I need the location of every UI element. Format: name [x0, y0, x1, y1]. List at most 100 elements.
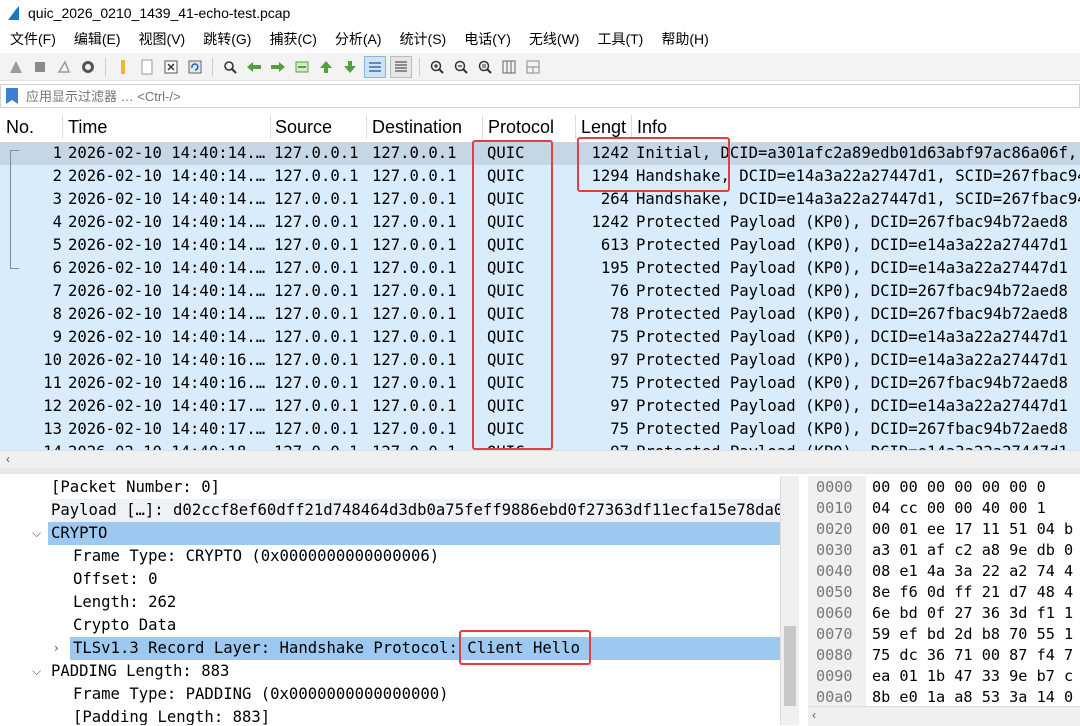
packet-row[interactable]: 3 2026-02-10 14:40:14.… 127.0.0.1 127.0.0.1…: [0, 188, 1080, 211]
column-divider[interactable]: [575, 115, 576, 139]
bookmark-icon[interactable]: [6, 88, 18, 104]
scroll-left-icon[interactable]: ‹: [6, 452, 10, 466]
column-header-no[interactable]: No.: [6, 116, 34, 138]
byte-hex[interactable]: 8e f6 0d ff 21 d7 48 4: [872, 581, 1073, 603]
zoom-in-icon[interactable]: [427, 57, 447, 77]
column-divider[interactable]: [270, 115, 271, 139]
packet-row[interactable]: 12 2026-02-10 14:40:17.… 127.0.0.1 127.0.0.…: [0, 395, 1080, 418]
expanded-arrow-icon[interactable]: ⌵: [32, 526, 41, 541]
packet-length: 97: [610, 397, 629, 415]
detail-padding-frame[interactable]: PADDING Length: 883: [51, 660, 229, 683]
detail-crypto-frame[interactable]: CRYPTO: [48, 522, 780, 545]
colorize-icon[interactable]: [390, 55, 412, 78]
collapsed-arrow-icon[interactable]: ›: [54, 641, 59, 655]
byte-hex[interactable]: 00 00 00 00 00 00 0: [872, 476, 1046, 498]
scrollbar-thumb[interactable]: [784, 626, 796, 706]
resize-columns-icon[interactable]: [499, 57, 519, 77]
detail-line[interactable]: Length: 262: [73, 591, 176, 614]
zoom-reset-icon[interactable]: [475, 57, 495, 77]
details-vertical-scrollbar[interactable]: [780, 476, 799, 725]
column-header-protocol[interactable]: Protocol: [488, 116, 554, 138]
display-filter-input[interactable]: [24, 87, 1028, 105]
detail-line[interactable]: [Packet Number: 0]: [51, 476, 220, 499]
packet-row[interactable]: 1 2026-02-10 14:40:14.… 127.0.0.1 127.0.0.1…: [0, 142, 1080, 165]
detail-tls-record-layer[interactable]: TLSv1.3 Record Layer: Handshake Protocol…: [70, 637, 780, 660]
restart-capture-icon[interactable]: [54, 57, 74, 77]
save-file-icon[interactable]: [137, 57, 157, 77]
layout-icon[interactable]: [523, 57, 543, 77]
packet-row[interactable]: 9 2026-02-10 14:40:14.… 127.0.0.1 127.0.0.1…: [0, 326, 1080, 349]
packet-row[interactable]: 4 2026-02-10 14:40:14.… 127.0.0.1 127.0.0.1…: [0, 211, 1080, 234]
capture-options-icon[interactable]: [78, 57, 98, 77]
byte-offset: 0050: [816, 583, 853, 601]
stop-capture-icon[interactable]: [30, 57, 50, 77]
detail-line[interactable]: Crypto Data: [73, 614, 176, 637]
pane-splitter[interactable]: [0, 468, 1080, 474]
byte-hex[interactable]: 75 dc 36 71 00 87 f4 7: [872, 644, 1073, 666]
menu-wireless[interactable]: 无线(W): [519, 29, 588, 49]
menu-view[interactable]: 视图(V): [129, 29, 194, 49]
packet-row[interactable]: 5 2026-02-10 14:40:14.… 127.0.0.1 127.0.0.1…: [0, 234, 1080, 257]
go-to-packet-icon[interactable]: [292, 57, 312, 77]
detail-line[interactable]: [Padding Length: 883]: [73, 706, 270, 725]
window-title: quic_2026_0210_1439_41-echo-test.pcap: [28, 5, 291, 21]
byte-hex[interactable]: 8b e0 1a a8 53 3a 14 0: [872, 686, 1073, 708]
column-header-length[interactable]: Lengt: [581, 116, 626, 138]
detail-line[interactable]: Offset: 0: [73, 568, 158, 591]
find-packet-icon[interactable]: [220, 57, 240, 77]
packet-time: 2026-02-10 14:40:18.…: [68, 441, 265, 450]
menu-go[interactable]: 跳转(G): [193, 29, 259, 49]
column-header-info[interactable]: Info: [637, 116, 667, 138]
byte-hex[interactable]: 04 cc 00 00 40 00 1: [872, 497, 1046, 519]
packet-time: 2026-02-10 14:40:14.…: [68, 305, 266, 323]
column-divider[interactable]: [631, 115, 632, 139]
packet-row[interactable]: 10 2026-02-10 14:40:16.… 127.0.0.1 127.0.0.…: [0, 349, 1080, 372]
menu-telephony[interactable]: 电话(Y): [454, 29, 519, 49]
packet-source: 127.0.0.1: [274, 328, 359, 346]
byte-offset: 00a0: [816, 688, 853, 706]
menu-capture[interactable]: 捕获(C): [259, 29, 324, 49]
bytes-horizontal-scrollbar[interactable]: ‹: [808, 706, 1080, 726]
packet-row[interactable]: 2 2026-02-10 14:40:14.… 127.0.0.1 127.0.0.1…: [0, 165, 1080, 188]
menu-help[interactable]: 帮助(H): [651, 29, 716, 49]
packet-list-horizontal-scrollbar[interactable]: ‹: [0, 450, 1080, 469]
detail-line[interactable]: Payload […]: d02ccf8ef60dff21d748464d3db…: [51, 499, 780, 522]
menu-statistics[interactable]: 统计(S): [390, 29, 455, 49]
column-divider[interactable]: [62, 115, 63, 139]
byte-hex[interactable]: 08 e1 4a 3a 22 a2 74 4: [872, 560, 1073, 582]
zoom-out-icon[interactable]: [451, 57, 471, 77]
column-divider[interactable]: [482, 115, 483, 139]
column-header-destination[interactable]: Destination: [372, 116, 462, 138]
auto-scroll-icon[interactable]: [364, 55, 386, 78]
column-header-time[interactable]: Time: [68, 116, 107, 138]
byte-hex[interactable]: 00 01 ee 17 11 51 04 b: [872, 518, 1073, 540]
column-header-source[interactable]: Source: [275, 116, 332, 138]
packet-row[interactable]: 11 2026-02-10 14:40:16.… 127.0.0.1 127.0.0.…: [0, 372, 1080, 395]
menu-analyze[interactable]: 分析(A): [325, 29, 390, 49]
menu-file[interactable]: 文件(F): [0, 29, 64, 49]
go-forward-icon[interactable]: [268, 57, 288, 77]
packet-row[interactable]: 6 2026-02-10 14:40:14.… 127.0.0.1 127.0.0.1…: [0, 257, 1080, 280]
byte-hex[interactable]: 6e bd 0f 27 36 3d f1 1: [872, 602, 1073, 624]
go-back-icon[interactable]: [244, 57, 264, 77]
menu-edit[interactable]: 编辑(E): [64, 29, 129, 49]
first-packet-icon[interactable]: [316, 57, 336, 77]
packet-row[interactable]: 14 2026-02-10 14:40:18.… 127.0.0.1 127.0.0.…: [0, 441, 1080, 450]
packet-row[interactable]: 13 2026-02-10 14:40:17.… 127.0.0.1 127.0.0.…: [0, 418, 1080, 441]
start-capture-icon[interactable]: [6, 57, 26, 77]
packet-row[interactable]: 7 2026-02-10 14:40:14.… 127.0.0.1 127.0.0.1…: [0, 280, 1080, 303]
column-divider[interactable]: [366, 115, 367, 139]
byte-hex[interactable]: 59 ef bd 2d b8 70 55 1: [872, 623, 1073, 645]
detail-line[interactable]: Frame Type: PADDING (0x0000000000000000): [73, 683, 449, 706]
byte-hex[interactable]: a3 01 af c2 a8 9e db 0: [872, 539, 1073, 561]
byte-hex[interactable]: ea 01 1b 47 33 9e b7 c: [872, 665, 1073, 687]
reload-file-icon[interactable]: [185, 57, 205, 77]
packet-row[interactable]: 8 2026-02-10 14:40:14.… 127.0.0.1 127.0.0.1…: [0, 303, 1080, 326]
scroll-left-icon[interactable]: ‹: [812, 708, 816, 722]
last-packet-icon[interactable]: [340, 57, 360, 77]
open-file-icon[interactable]: [113, 57, 133, 77]
menu-tools[interactable]: 工具(T): [587, 29, 651, 49]
expanded-arrow-icon[interactable]: ⌵: [32, 664, 41, 679]
close-file-icon[interactable]: [161, 57, 181, 77]
detail-line[interactable]: Frame Type: CRYPTO (0x0000000000000006): [73, 545, 439, 568]
